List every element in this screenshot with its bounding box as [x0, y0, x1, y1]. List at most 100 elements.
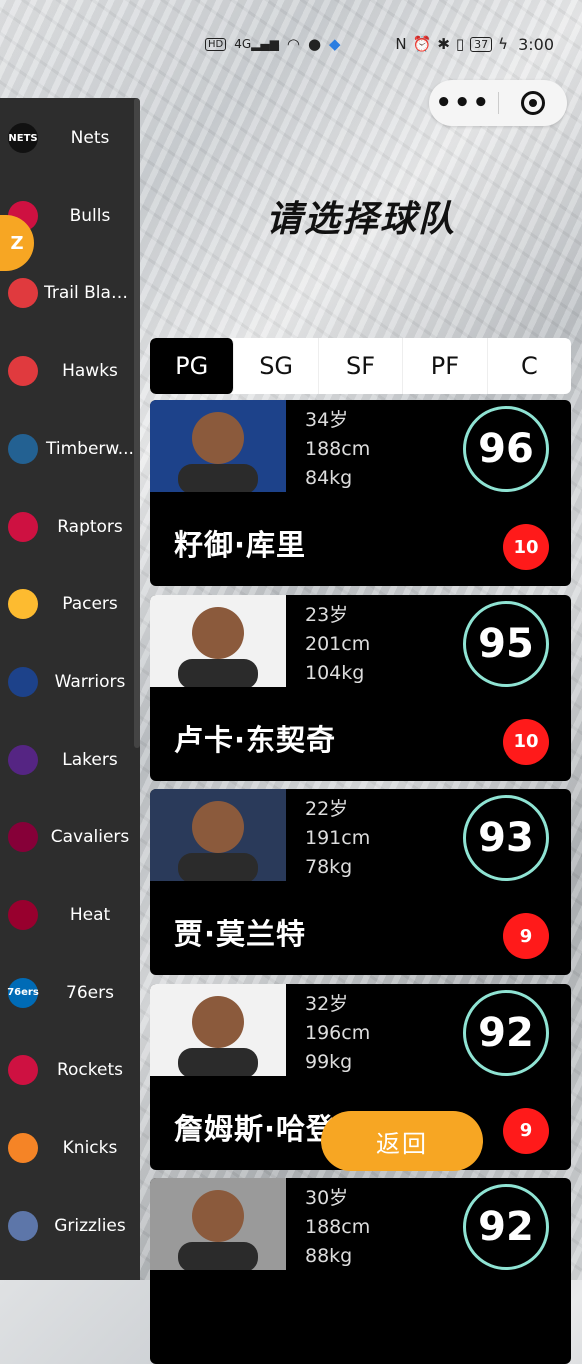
sidebar-item-team[interactable]: Rockets	[0, 1040, 140, 1100]
team-name: Timberw...	[46, 438, 134, 459]
team-logo-icon: 76ers	[7, 977, 39, 1008]
sidebar-item-team[interactable]: Trail Blazers	[0, 263, 140, 323]
app-icon: ◆	[329, 35, 341, 53]
player-height: 188cm	[305, 438, 371, 460]
team-sidebar: NETS Nets Bulls Trail Blazers Hawks Timberw..…	[0, 98, 140, 1280]
player-card[interactable]: 22岁 191cm 78kg 93 贾·莫兰特 9	[150, 789, 571, 975]
team-logo-icon	[8, 589, 38, 620]
sidebar-item-team[interactable]: 76ers 76ers	[0, 963, 140, 1023]
wifi-icon: ◠	[286, 35, 300, 53]
player-weight: 84kg	[305, 467, 353, 489]
miniprogram-capsule: •••	[429, 80, 567, 126]
team-name: Rockets	[56, 1060, 124, 1081]
tab-pg[interactable]: PG	[150, 338, 235, 394]
sidebar-item-team[interactable]: Grizzlies	[0, 1196, 140, 1256]
team-logo-icon	[8, 822, 38, 853]
player-stats: 23岁 201cm 104kg	[305, 601, 370, 688]
close-miniprogram-button[interactable]	[499, 91, 568, 115]
vibrate-icon: ▯	[455, 35, 465, 53]
team-logo-icon	[8, 666, 38, 697]
player-weight: 104kg	[305, 661, 365, 684]
player-cost-badge: 10	[503, 718, 549, 765]
player-card[interactable]: 30岁 188cm 88kg 92	[150, 1178, 571, 1364]
player-cost-badge: 9	[503, 1107, 549, 1154]
sidebar-item-team[interactable]: Pacers	[0, 574, 140, 634]
sidebar-item-team[interactable]: NETS Nets	[0, 108, 140, 168]
team-name: Warriors	[54, 671, 126, 692]
player-photo	[150, 983, 286, 1076]
sidebar-item-team[interactable]: Warriors	[0, 652, 140, 712]
player-weight: 99kg	[305, 1050, 353, 1073]
team-logo-icon	[8, 433, 38, 464]
player-name: 詹姆斯·哈登	[174, 1111, 337, 1146]
player-height: 201cm	[305, 632, 371, 655]
charging-icon: ϟ	[498, 35, 509, 53]
sidebar-item-team[interactable]: Cavaliers	[0, 807, 140, 867]
player-height: 188cm	[305, 1216, 371, 1238]
player-stats: 34岁 188cm 84kg	[305, 406, 370, 493]
player-age: 34岁	[305, 409, 349, 431]
team-logo-icon	[8, 900, 38, 930]
tab-c[interactable]: C	[488, 338, 571, 394]
page-title: 请选择球队	[265, 199, 456, 240]
team-name: Grizzlies	[54, 1215, 126, 1236]
team-name: Nets	[70, 128, 110, 148]
player-photo	[150, 400, 286, 492]
player-height: 196cm	[305, 1021, 371, 1044]
player-rating: 95	[463, 600, 549, 687]
sidebar-item-team[interactable]: Hawks	[0, 341, 140, 401]
nfc-icon: N	[395, 35, 407, 53]
status-bar: HD 4G▂▄▆ ◠ ● ◆ N ⏰ ✱ ▯ 37 ϟ 3:00	[205, 30, 554, 58]
player-name: 籽御·库里	[174, 528, 307, 562]
player-weight: 88kg	[305, 1245, 353, 1267]
player-photo	[150, 594, 286, 687]
team-name: Lakers	[62, 749, 118, 770]
player-rating: 96	[463, 406, 549, 492]
tab-pf[interactable]: PF	[403, 338, 488, 394]
player-name: 贾·莫兰特	[174, 917, 307, 951]
player-rating: 92	[463, 1184, 549, 1270]
player-cost-badge: 9	[503, 913, 549, 959]
team-name: 76ers	[66, 982, 114, 1003]
alarm-icon: ⏰	[412, 35, 432, 53]
player-stats: 22岁 191cm 78kg	[305, 795, 370, 882]
sidebar-item-team[interactable]: Timberw...	[0, 419, 140, 479]
team-name: Hawks	[62, 361, 118, 382]
return-button[interactable]: 返回	[321, 1111, 483, 1171]
team-name: Knicks	[62, 1138, 118, 1159]
more-options-button[interactable]: •••	[429, 90, 498, 116]
team-name: Pacers	[62, 594, 118, 615]
player-age: 23岁	[305, 603, 349, 626]
bluetooth-icon: ✱	[437, 35, 450, 53]
team-logo-icon	[8, 1055, 38, 1086]
player-photo	[150, 1178, 286, 1270]
team-logo-icon	[8, 511, 38, 542]
tab-sf[interactable]: SF	[319, 338, 404, 394]
player-rating: 92	[463, 989, 549, 1076]
battery-icon: 37	[470, 36, 493, 52]
player-age: 32岁	[305, 992, 349, 1015]
signal-icon: 4G▂▄▆	[234, 37, 279, 51]
clock: 3:00	[518, 34, 554, 54]
player-cost-badge: 10	[503, 524, 549, 570]
player-weight: 78kg	[305, 856, 353, 878]
tab-sg[interactable]: SG	[234, 338, 319, 394]
sidebar-item-team[interactable]: Lakers	[0, 730, 140, 790]
team-name: Bulls	[69, 205, 111, 226]
sidebar-item-team[interactable]: Heat	[0, 885, 140, 945]
hd-icon: HD	[205, 37, 227, 51]
message-icon: ●	[307, 35, 322, 53]
position-tabs: PG SG SF PF C	[150, 338, 571, 394]
player-card[interactable]: 23岁 201cm 104kg 95 卢卡·东契奇 10	[150, 594, 571, 781]
team-logo-icon	[8, 278, 38, 309]
player-rating: 93	[463, 795, 549, 881]
team-logo-icon: NETS	[8, 123, 38, 153]
player-stats: 32岁 196cm 99kg	[305, 990, 370, 1077]
sidebar-item-team[interactable]: Knicks	[0, 1118, 140, 1178]
player-age: 22岁	[305, 798, 349, 820]
team-name: Trail Blazers	[44, 283, 136, 304]
sidebar-item-team[interactable]: Raptors	[0, 497, 140, 557]
player-card[interactable]: 34岁 188cm 84kg 96 籽御·库里 10	[150, 400, 571, 586]
team-name: Raptors	[57, 516, 123, 537]
player-age: 30岁	[305, 1187, 349, 1209]
